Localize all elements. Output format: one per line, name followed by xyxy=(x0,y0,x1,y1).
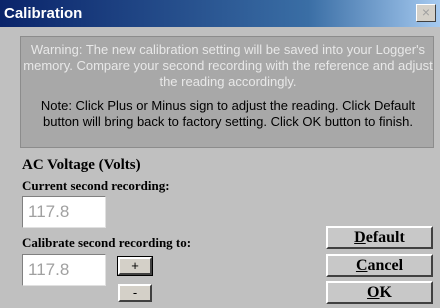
title-bar: Calibration × xyxy=(0,0,440,27)
current-recording-label: Current second recording: xyxy=(22,178,170,193)
cancel-button[interactable]: Cancel xyxy=(326,254,433,277)
ok-mnemonic: O xyxy=(367,284,380,301)
default-mnemonic: D xyxy=(354,229,366,246)
calibration-dialog: Calibration × Warning: The new calibrati… xyxy=(0,0,440,308)
cancel-label: ancel xyxy=(367,257,404,274)
plus-button[interactable]: + xyxy=(117,256,153,276)
default-label: efault xyxy=(365,229,405,246)
cancel-mnemonic: C xyxy=(355,257,368,274)
ok-label: K xyxy=(379,284,392,301)
instructions-panel: Warning: The new calibration setting wil… xyxy=(20,36,434,148)
measurement-title: AC Voltage (Volts) xyxy=(22,157,141,173)
calibrate-recording-field[interactable]: 117.8 xyxy=(22,254,106,286)
minus-button[interactable]: - xyxy=(118,284,152,302)
calibrate-recording-label: Calibrate second recording to: xyxy=(22,235,192,250)
ok-button[interactable]: OK xyxy=(326,281,433,304)
warning-text: Warning: The new calibration setting wil… xyxy=(23,42,433,89)
current-recording-field: 117.8 xyxy=(22,196,106,228)
default-button[interactable]: Default xyxy=(326,226,433,249)
close-icon[interactable]: × xyxy=(416,4,436,22)
window-title: Calibration xyxy=(4,5,83,22)
note-text: Note: Click Plus or Minus sign to adjust… xyxy=(40,98,416,129)
